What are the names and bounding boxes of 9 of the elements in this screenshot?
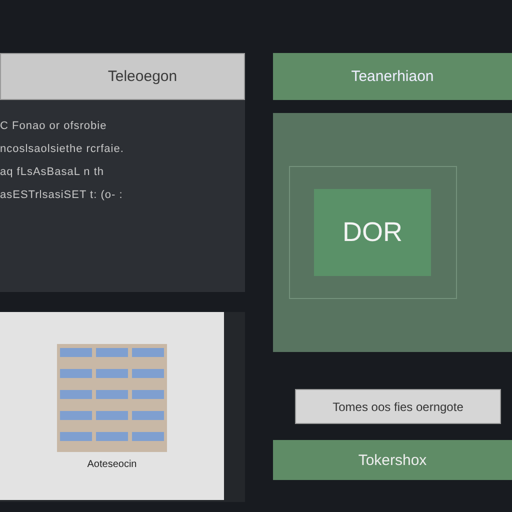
text-line: asESTrlsasiSET t: (o- :	[0, 189, 124, 201]
panel-title: Teleoegon	[0, 53, 245, 100]
panel-title: Teanerhiaon	[273, 53, 512, 100]
input-field[interactable]: Tomes oos fies oerngote	[295, 389, 501, 424]
text-line: ncoslsaolsiethe rcrfaie.	[0, 143, 125, 155]
text-line: C Fonao or ofsrobie	[0, 120, 108, 132]
text-line: aq fLsAsBasaL n th	[0, 166, 105, 178]
caption: Aoteseocin	[87, 459, 137, 470]
label-tile: DOR	[314, 189, 431, 276]
